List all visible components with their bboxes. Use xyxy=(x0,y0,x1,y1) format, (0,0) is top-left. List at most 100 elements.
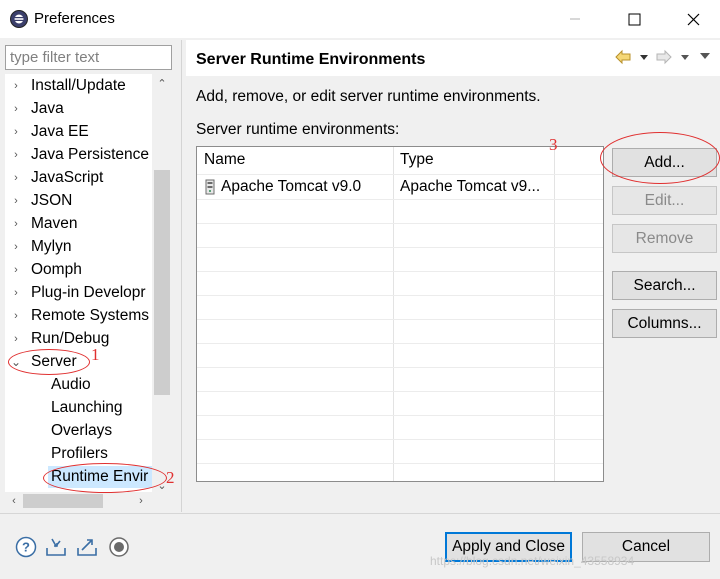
row-divider xyxy=(197,247,603,248)
runtime-type: Apache Tomcat v9... xyxy=(400,178,541,195)
chevron-right-icon[interactable]: › xyxy=(11,144,21,166)
chevron-right-icon[interactable]: › xyxy=(11,305,21,327)
column-header-type[interactable]: Type xyxy=(400,151,434,169)
window-title: Preferences xyxy=(34,10,115,27)
tree-item-mylyn[interactable]: › Mylyn xyxy=(11,236,71,258)
tree-item-plugin-development[interactable]: › Plug-in Developr xyxy=(11,282,146,304)
chevron-right-icon[interactable]: › xyxy=(11,328,21,350)
row-divider xyxy=(197,199,603,200)
view-menu-icon[interactable] xyxy=(696,48,714,66)
watermark: https://blog.csdn.net/weixin_43558934 xyxy=(430,554,635,568)
row-divider xyxy=(197,415,603,416)
tree-item-install-update[interactable]: › Install/Update xyxy=(11,75,126,97)
row-divider xyxy=(197,343,603,344)
search-button[interactable]: Search... xyxy=(612,271,717,300)
record-icon[interactable] xyxy=(107,535,131,559)
runtime-list-label: Server runtime environments: xyxy=(196,121,400,138)
chevron-right-icon[interactable]: › xyxy=(11,190,21,212)
svg-text:?: ? xyxy=(22,540,30,555)
column-header-name[interactable]: Name xyxy=(204,151,245,169)
row-divider xyxy=(197,223,603,224)
row-divider xyxy=(197,367,603,368)
annotation-number-2: 2 xyxy=(166,468,175,487)
tree-item-overlays[interactable]: Overlays xyxy=(51,420,112,442)
annotation-ellipse-runtime xyxy=(43,463,167,493)
edit-button[interactable]: Edit... xyxy=(612,186,717,215)
row-divider xyxy=(197,463,603,464)
chevron-right-icon[interactable]: › xyxy=(11,282,21,304)
annotation-ellipse-server xyxy=(8,349,90,375)
tree-item-profilers[interactable]: Profilers xyxy=(51,443,108,465)
minimize-icon xyxy=(570,18,580,20)
tree-item-label: Audio xyxy=(51,376,91,393)
page-title: Server Runtime Environments xyxy=(196,51,426,68)
chevron-right-icon[interactable]: › xyxy=(11,236,21,258)
tree-item-remote-systems[interactable]: › Remote Systems xyxy=(11,305,149,327)
chevron-right-icon[interactable]: › xyxy=(11,75,21,97)
tree-item-java[interactable]: › Java xyxy=(11,98,64,120)
row-divider xyxy=(197,295,603,296)
row-divider xyxy=(197,391,603,392)
chevron-right-icon[interactable]: › xyxy=(11,121,21,143)
tree-item-label: JavaScript xyxy=(31,169,104,186)
chevron-right-icon[interactable]: › xyxy=(11,98,21,120)
columns-button[interactable]: Columns... xyxy=(612,309,717,338)
tree-horizontal-scrollbar[interactable]: ‹ › xyxy=(5,492,152,510)
row-divider xyxy=(197,319,603,320)
server-runtime-icon xyxy=(205,179,215,195)
scroll-up-icon[interactable]: ⌃ xyxy=(152,74,172,92)
scroll-right-icon[interactable]: › xyxy=(132,492,150,510)
close-button[interactable] xyxy=(678,8,708,30)
forward-dropdown-icon[interactable] xyxy=(676,48,694,66)
tree-item-label: Profilers xyxy=(51,445,108,462)
maximize-icon xyxy=(628,13,640,25)
tree-item-label: Launching xyxy=(51,399,123,416)
runtime-table: Name Type Apache Tomcat v9.0 Apache Tomc… xyxy=(196,146,604,482)
page-description: Add, remove, or edit server runtime envi… xyxy=(196,88,541,105)
back-dropdown-icon[interactable] xyxy=(635,48,653,66)
runtime-name: Apache Tomcat v9.0 xyxy=(221,178,362,195)
tree-item-json[interactable]: › JSON xyxy=(11,190,72,212)
page-header: Server Runtime Environments xyxy=(186,40,720,76)
row-divider xyxy=(197,271,603,272)
tree-vertical-scrollbar[interactable]: ⌃ ⌄ xyxy=(152,74,172,494)
annotation-number-1: 1 xyxy=(91,345,100,364)
table-row[interactable]: Apache Tomcat v9.0 Apache Tomcat v9... xyxy=(197,175,603,199)
scrollbar-thumb[interactable] xyxy=(23,494,103,508)
annotation-number-3: 3 xyxy=(549,135,558,154)
annotation-ellipse-add xyxy=(600,132,720,184)
scrollbar-thumb[interactable] xyxy=(154,170,170,395)
minimize-button[interactable] xyxy=(560,8,590,30)
title-bar: Preferences xyxy=(0,0,720,38)
maximize-button[interactable] xyxy=(619,8,649,30)
tree-item-label: Install/Update xyxy=(31,77,126,94)
panel-divider[interactable] xyxy=(181,40,182,512)
export-icon[interactable] xyxy=(75,535,99,559)
remove-button[interactable]: Remove xyxy=(612,224,717,253)
tree-item-audio[interactable]: Audio xyxy=(51,374,91,396)
chevron-right-icon[interactable]: › xyxy=(11,167,21,189)
filter-input[interactable]: type filter text xyxy=(5,45,172,70)
back-arrow-icon[interactable] xyxy=(614,48,632,66)
tree-item-label: Mylyn xyxy=(31,238,72,255)
eclipse-app-icon xyxy=(10,10,28,28)
forward-arrow-icon[interactable] xyxy=(655,48,673,66)
tree-item-oomph[interactable]: › Oomph xyxy=(11,259,82,281)
tree-item-label: Java EE xyxy=(31,123,89,140)
tree-item-maven[interactable]: › Maven xyxy=(11,213,78,235)
import-icon[interactable] xyxy=(44,535,68,559)
chevron-right-icon[interactable]: › xyxy=(11,213,21,235)
tree-item-label: JSON xyxy=(31,192,73,209)
tree-item-javascript[interactable]: › JavaScript xyxy=(11,167,103,189)
tree-item-label: Java Persistence xyxy=(31,146,150,163)
tree-item-label: Maven xyxy=(31,215,78,232)
footer-divider xyxy=(0,513,720,514)
tree-item-launching[interactable]: Launching xyxy=(51,397,123,419)
help-icon[interactable]: ? xyxy=(14,535,38,559)
tree-item-java-persistence[interactable]: › Java Persistence xyxy=(11,144,149,166)
tree-item-label: Remote Systems xyxy=(31,307,150,324)
tree-item-label: Plug-in Developr xyxy=(31,284,146,301)
chevron-right-icon[interactable]: › xyxy=(11,259,21,281)
scroll-left-icon[interactable]: ‹ xyxy=(5,492,23,510)
tree-item-java-ee[interactable]: › Java EE xyxy=(11,121,89,143)
